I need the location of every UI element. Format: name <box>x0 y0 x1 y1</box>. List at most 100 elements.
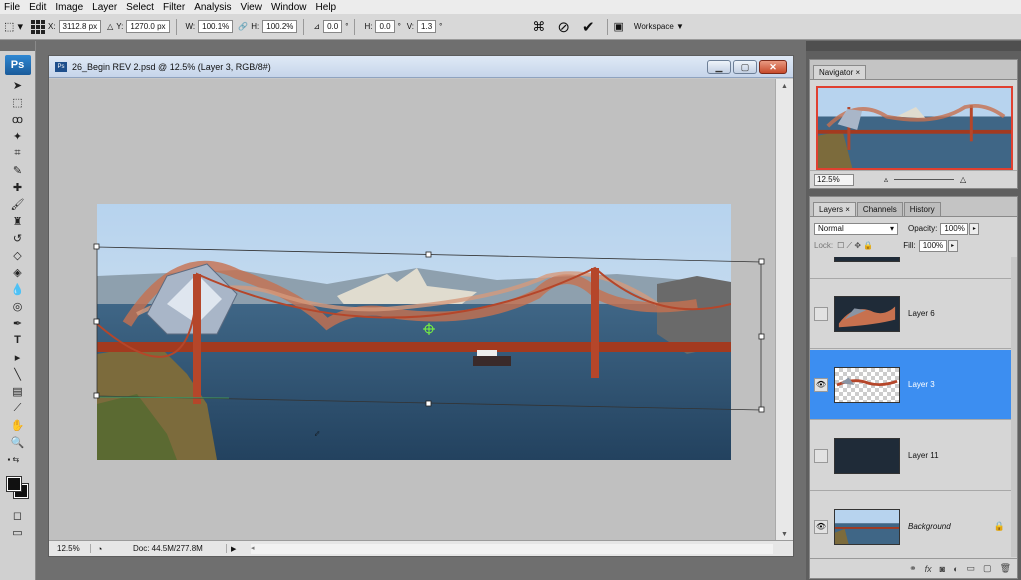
status-menu-arrow-icon[interactable]: ▶ <box>231 545 245 553</box>
commit-transform-icon[interactable]: ✔ <box>582 18 595 36</box>
color-swatches[interactable] <box>5 475 31 501</box>
workspace-menu[interactable]: Workspace ▼ <box>634 22 684 31</box>
menu-layer[interactable]: Layer <box>92 2 117 13</box>
canvas-image[interactable] <box>97 204 731 460</box>
zoom-in-icon[interactable]: △ <box>960 175 966 184</box>
eye-icon[interactable]: 👁 <box>814 519 828 534</box>
clone-stamp-tool-icon[interactable]: ♜ <box>5 213 31 229</box>
layers-scrollbar[interactable] <box>1011 257 1017 557</box>
menu-filter[interactable]: Filter <box>163 2 185 13</box>
link-icon[interactable]: 🔗 <box>238 22 248 31</box>
layer-name[interactable]: Layer 6 <box>908 309 935 318</box>
layer-name[interactable]: Layer 11 <box>908 451 939 460</box>
tab-layers[interactable]: Layers × <box>813 202 856 216</box>
status-info-icon[interactable]: ◔ <box>97 544 111 554</box>
navigator-zoom-field[interactable]: 12.5% <box>814 173 854 186</box>
layer-row-background[interactable]: 👁 Background 🔒 <box>810 492 1017 557</box>
move-tool-icon[interactable]: ➤ <box>5 77 31 93</box>
paint-bucket-tool-icon[interactable]: ◈ <box>5 264 31 280</box>
healing-brush-tool-icon[interactable]: ✚ <box>5 179 31 195</box>
dodge-tool-icon[interactable]: ◎ <box>5 298 31 314</box>
layer-row-partial[interactable] <box>810 257 1017 279</box>
new-layer-icon[interactable]: ▢ <box>983 563 992 574</box>
type-tool-icon[interactable]: T <box>5 332 31 348</box>
dock-collapse-bar[interactable] <box>806 41 1021 51</box>
notes-tool-icon[interactable]: ▤ <box>5 383 31 399</box>
vskew-field[interactable]: 1.3 <box>417 20 437 33</box>
eyedropper-tool-icon[interactable]: ✎ <box>5 162 31 178</box>
marquee-tool-icon[interactable]: ⬚ <box>5 94 31 110</box>
document-title-bar[interactable]: Ps 26_Begin REV 2.psd @ 12.5% (Layer 3, … <box>49 56 793 78</box>
navigator-thumbnail[interactable] <box>816 86 1013 170</box>
default-colors-icon[interactable]: ▪ ⇆ <box>5 451 31 467</box>
zoom-out-icon[interactable]: ▵ <box>884 175 888 184</box>
menu-help[interactable]: Help <box>316 2 337 13</box>
layer-visibility-toggle[interactable] <box>814 306 828 321</box>
foreground-color-swatch[interactable] <box>5 476 22 492</box>
tab-history[interactable]: History <box>903 202 941 216</box>
maximize-button[interactable]: ▢ <box>733 60 757 74</box>
zoom-level[interactable]: 12.5% <box>57 544 91 553</box>
menu-image[interactable]: Image <box>55 2 83 13</box>
cancel-transform-icon[interactable]: ⊘ <box>557 18 570 36</box>
transform-tool-icon[interactable]: ⬚ ▾ <box>4 20 23 33</box>
lasso-tool-icon[interactable]: ꝏ <box>5 111 31 127</box>
scroll-down-icon[interactable]: ▼ <box>776 527 793 541</box>
layer-name[interactable]: Layer 3 <box>908 380 935 389</box>
zoom-tool-icon[interactable]: 🔍 <box>5 434 31 450</box>
eyedropper-sample-tool-icon[interactable]: ⟋ <box>5 400 31 416</box>
delete-layer-icon[interactable]: 🗑 <box>1000 563 1011 574</box>
reference-point-icon[interactable] <box>30 19 45 34</box>
history-brush-tool-icon[interactable]: ↺ <box>5 230 31 246</box>
blur-tool-icon[interactable]: 💧 <box>5 281 31 297</box>
horizontal-scrollbar[interactable]: ◂ <box>251 543 773 554</box>
brush-tool-icon[interactable]: 🖌 <box>5 196 31 212</box>
toolbox-collapse-bar[interactable] <box>0 41 35 51</box>
opacity-slider-arrow-icon[interactable]: ▸ <box>969 222 980 235</box>
menu-window[interactable]: Window <box>271 2 307 13</box>
fill-field[interactable]: 100% <box>918 239 947 252</box>
minimize-button[interactable]: ▁ <box>707 60 731 74</box>
menu-select[interactable]: Select <box>126 2 154 13</box>
layer-style-icon[interactable]: fx <box>925 564 932 574</box>
layer-mask-icon[interactable]: ◙ <box>940 564 945 574</box>
navigator-zoom-slider[interactable]: ▵ △ <box>884 175 966 184</box>
quick-mask-icon[interactable]: ◻ <box>5 507 31 523</box>
angle-field[interactable]: 0.0 <box>323 20 343 33</box>
pen-tool-icon[interactable]: ✒ <box>5 315 31 331</box>
x-field[interactable]: 3112.8 px <box>58 20 102 33</box>
layer-row-layer-6[interactable]: Layer 6 <box>810 279 1017 349</box>
lock-options-icon[interactable]: ☐ ⟋ ✥ 🔒 <box>837 241 873 251</box>
w-field[interactable]: 100.1% <box>198 20 234 33</box>
bridge-icon[interactable]: ▣ <box>614 20 624 33</box>
fill-slider-arrow-icon[interactable]: ▸ <box>947 239 958 252</box>
menu-file[interactable]: File <box>4 2 20 13</box>
eye-icon[interactable]: 👁 <box>814 377 828 392</box>
layer-name[interactable]: Background <box>908 522 951 531</box>
h-field[interactable]: 100.2% <box>262 20 298 33</box>
eraser-tool-icon[interactable]: ◇ <box>5 247 31 263</box>
hand-tool-icon[interactable]: ✋ <box>5 417 31 433</box>
menu-view[interactable]: View <box>240 2 262 13</box>
y-field[interactable]: 1270.0 px <box>126 20 170 33</box>
layer-visibility-toggle[interactable] <box>814 448 828 463</box>
link-layers-icon[interactable]: ⚭ <box>909 563 917 574</box>
warp-mode-icon[interactable]: ⌘ <box>532 19 545 35</box>
opacity-field[interactable]: 100% <box>940 222 969 235</box>
line-tool-icon[interactable]: ╲ <box>5 366 31 382</box>
close-button[interactable]: ✕ <box>759 60 787 74</box>
path-selection-tool-icon[interactable]: ▸ <box>5 349 31 365</box>
tab-navigator[interactable]: Navigator × <box>813 65 867 79</box>
adjustment-layer-icon[interactable]: ◐ <box>953 564 958 574</box>
zoom-slider-track[interactable] <box>894 179 955 180</box>
new-group-icon[interactable]: ▭ <box>967 563 976 574</box>
screen-mode-icon[interactable]: ▭ <box>5 524 31 540</box>
blend-mode-select[interactable]: Normal ▾ <box>814 222 898 235</box>
layer-row-layer-11[interactable]: Layer 11 <box>810 421 1017 491</box>
tab-channels[interactable]: Channels <box>856 202 903 216</box>
magic-wand-tool-icon[interactable]: ✦ <box>5 128 31 144</box>
hskew-field[interactable]: 0.0 <box>375 20 395 33</box>
scroll-up-icon[interactable]: ▲ <box>776 79 793 93</box>
layer-row-layer-3[interactable]: 👁 Layer 3 <box>810 350 1017 420</box>
canvas-area[interactable]: ⇔ <box>49 79 776 541</box>
